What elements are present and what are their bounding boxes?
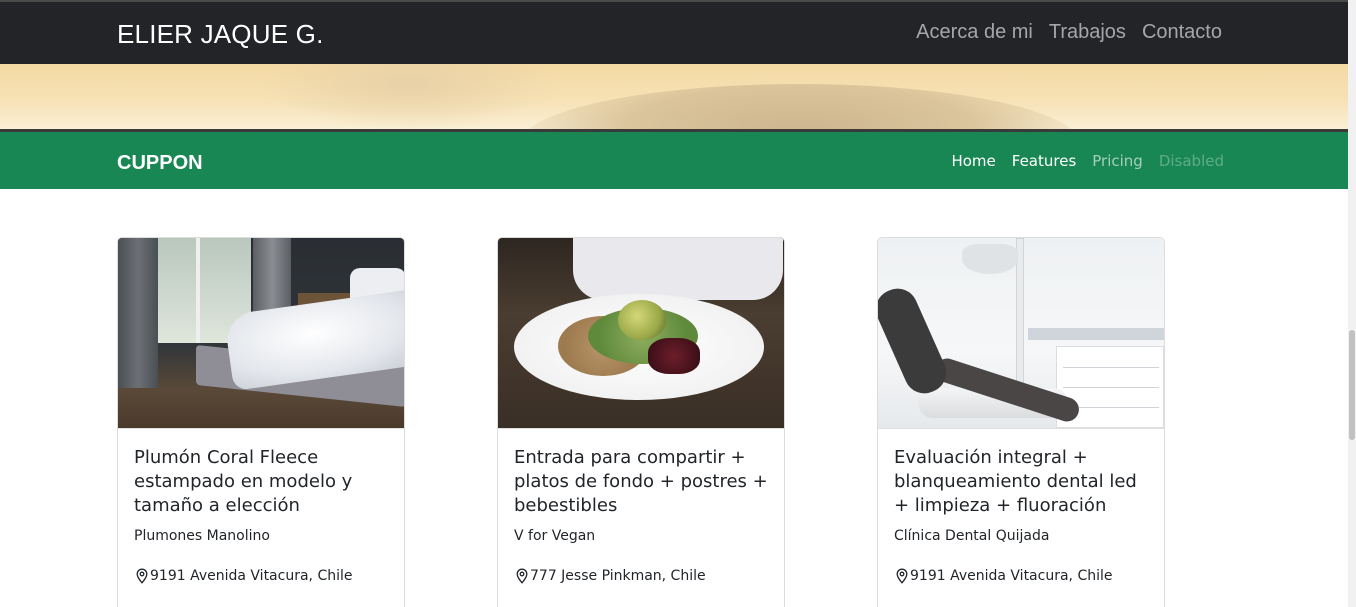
page-scrollbar[interactable] bbox=[1348, 0, 1356, 607]
deal-card[interactable]: Evaluación integral + blanqueamiento den… bbox=[877, 237, 1165, 607]
hero-image bbox=[0, 64, 1348, 130]
nav-link-works[interactable]: Trabajos bbox=[1049, 21, 1126, 44]
card-location-text: 9191 Avenida Vitacura, Chile bbox=[150, 568, 353, 584]
card-title: Plumón Coral Fleece estampado en modelo … bbox=[134, 447, 353, 516]
deal-card[interactable]: Plumón Coral Fleece estampado en modelo … bbox=[117, 237, 405, 607]
card-location-text: 777 Jesse Pinkman, Chile bbox=[530, 568, 706, 584]
map-pin-icon bbox=[136, 568, 148, 584]
nav-link-home[interactable]: Home bbox=[951, 152, 995, 170]
card-image-bedroom bbox=[118, 238, 404, 429]
card-location-text: 9191 Avenida Vitacura, Chile bbox=[910, 568, 1113, 584]
card-title: Evaluación integral + blanqueamiento den… bbox=[894, 447, 1137, 516]
card-image-food bbox=[498, 238, 784, 429]
deal-card[interactable]: Entrada para compartir + platos de fondo… bbox=[497, 237, 785, 607]
scrollbar-thumb[interactable] bbox=[1349, 330, 1355, 440]
card-title: Entrada para compartir + platos de fondo… bbox=[514, 447, 768, 516]
nav-link-disabled: Disabled bbox=[1158, 152, 1224, 170]
card-vendor: V for Vegan bbox=[514, 528, 596, 544]
card-location: 777 Jesse Pinkman, Chile bbox=[514, 568, 706, 584]
cuppon-nav: Home Features Pricing Disabled bbox=[951, 152, 1224, 170]
card-vendor: Plumones Manolino bbox=[134, 528, 270, 544]
map-pin-icon bbox=[516, 568, 528, 584]
site-brand[interactable]: ELIER JAQUE G. bbox=[117, 19, 324, 50]
nav-link-about[interactable]: Acerca de mi bbox=[916, 21, 1033, 44]
card-location: 9191 Avenida Vitacura, Chile bbox=[134, 568, 353, 584]
card-location: 9191 Avenida Vitacura, Chile bbox=[894, 568, 1113, 584]
nav-link-contact[interactable]: Contacto bbox=[1142, 21, 1222, 44]
top-nav: Acerca de mi Trabajos Contacto bbox=[916, 21, 1222, 44]
nav-link-features[interactable]: Features bbox=[1012, 152, 1077, 170]
top-navbar: ELIER JAQUE G. Acerca de mi Trabajos Con… bbox=[0, 0, 1348, 64]
nav-link-pricing[interactable]: Pricing bbox=[1092, 152, 1143, 170]
cuppon-brand[interactable]: CUPPON bbox=[117, 152, 203, 175]
card-vendor: Clínica Dental Quijada bbox=[894, 528, 1050, 544]
card-image-dental bbox=[878, 238, 1164, 429]
cuppon-navbar: CUPPON Home Features Pricing Disabled bbox=[0, 132, 1348, 189]
map-pin-icon bbox=[896, 568, 908, 584]
